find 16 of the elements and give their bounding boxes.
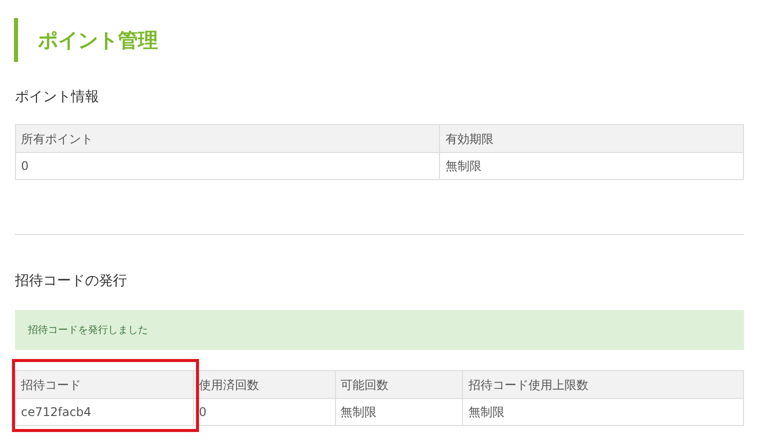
column-header: 招待コード使用上限数: [462, 370, 744, 398]
table-cell: 0: [193, 398, 336, 426]
column-header: 使用済回数: [193, 370, 336, 398]
table-cell: 無制限: [462, 398, 744, 426]
column-header: 可能回数: [335, 370, 463, 398]
table-cell: 無制限: [335, 398, 463, 426]
table-cell: 無制限: [440, 152, 744, 180]
table-cell: 0: [16, 152, 440, 180]
section-heading: 招待コードの発行: [15, 272, 127, 291]
section-heading: ポイント情報: [15, 88, 99, 107]
table-cell: ce712facb4: [16, 398, 194, 426]
column-header: 所有ポイント: [16, 124, 440, 152]
page-title: ポイント管理: [38, 27, 158, 54]
column-header: 招待コード: [16, 370, 194, 398]
success-alert: 招待コードを発行しました: [15, 310, 744, 350]
column-header: 有効期限: [440, 124, 744, 152]
